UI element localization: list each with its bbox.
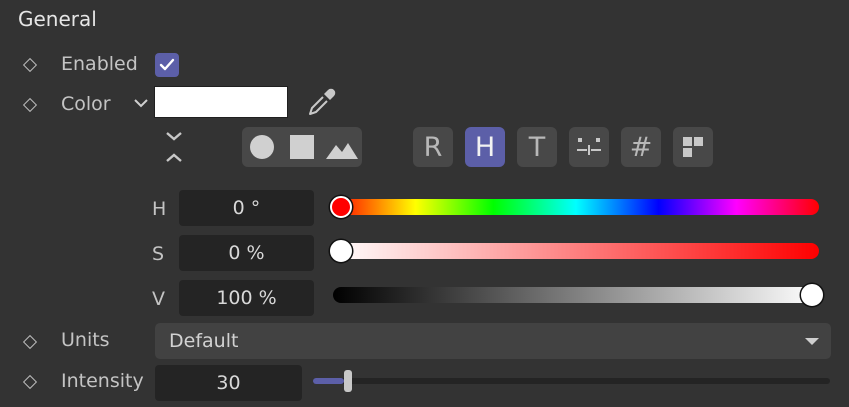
color-swatch[interactable] xyxy=(154,86,288,118)
enabled-checkbox[interactable] xyxy=(155,53,179,77)
section-title: General xyxy=(18,7,97,31)
shape-selector xyxy=(242,127,362,167)
value-slider[interactable] xyxy=(333,287,819,303)
eyedropper-icon[interactable] xyxy=(306,86,338,118)
value-label: V xyxy=(152,288,165,310)
value-field[interactable]: 100 % xyxy=(179,280,314,316)
hsv-mode-button[interactable]: H xyxy=(465,127,505,167)
hex-mode-button[interactable]: # xyxy=(621,127,661,167)
circle-shape-icon[interactable] xyxy=(249,134,275,160)
keyframe-diamond-icon[interactable] xyxy=(22,97,38,113)
keyframe-diamond-icon[interactable] xyxy=(22,374,38,390)
color-label: Color xyxy=(61,93,111,115)
intensity-label: Intensity xyxy=(61,370,144,392)
enabled-label: Enabled xyxy=(61,53,138,75)
swatches-icon xyxy=(683,137,703,157)
temperature-mode-button[interactable]: T xyxy=(517,127,557,167)
mixer-mode-button[interactable] xyxy=(569,127,609,167)
mixer-icon xyxy=(577,138,601,155)
intensity-slider[interactable] xyxy=(313,378,830,384)
keyframe-diamond-icon[interactable] xyxy=(22,334,38,350)
square-shape-icon[interactable] xyxy=(290,135,314,159)
checkmark-icon xyxy=(159,58,175,71)
hue-label: H xyxy=(152,198,167,220)
dropdown-caret-icon xyxy=(805,338,819,345)
units-label: Units xyxy=(61,329,110,351)
units-dropdown[interactable]: Default xyxy=(155,323,831,359)
hue-slider[interactable] xyxy=(333,199,819,215)
intensity-slider-handle[interactable] xyxy=(344,370,353,392)
collapse-expand-icon[interactable] xyxy=(164,130,184,166)
saturation-slider[interactable] xyxy=(333,243,819,259)
hue-slider-handle[interactable] xyxy=(330,196,352,218)
intensity-slider-fill xyxy=(313,378,345,384)
rgb-mode-button[interactable]: R xyxy=(413,127,453,167)
chevron-down-icon[interactable] xyxy=(133,97,149,109)
hue-field[interactable]: 0 ° xyxy=(179,190,314,226)
mountain-shape-icon[interactable] xyxy=(326,139,358,159)
value-slider-handle[interactable] xyxy=(801,284,823,306)
saturation-slider-handle[interactable] xyxy=(330,240,352,262)
swatches-mode-button[interactable] xyxy=(673,127,713,167)
intensity-field[interactable]: 30 xyxy=(155,365,302,401)
saturation-field[interactable]: 0 % xyxy=(179,235,314,271)
saturation-label: S xyxy=(152,243,165,265)
keyframe-diamond-icon[interactable] xyxy=(22,57,38,73)
units-value: Default xyxy=(169,330,239,352)
